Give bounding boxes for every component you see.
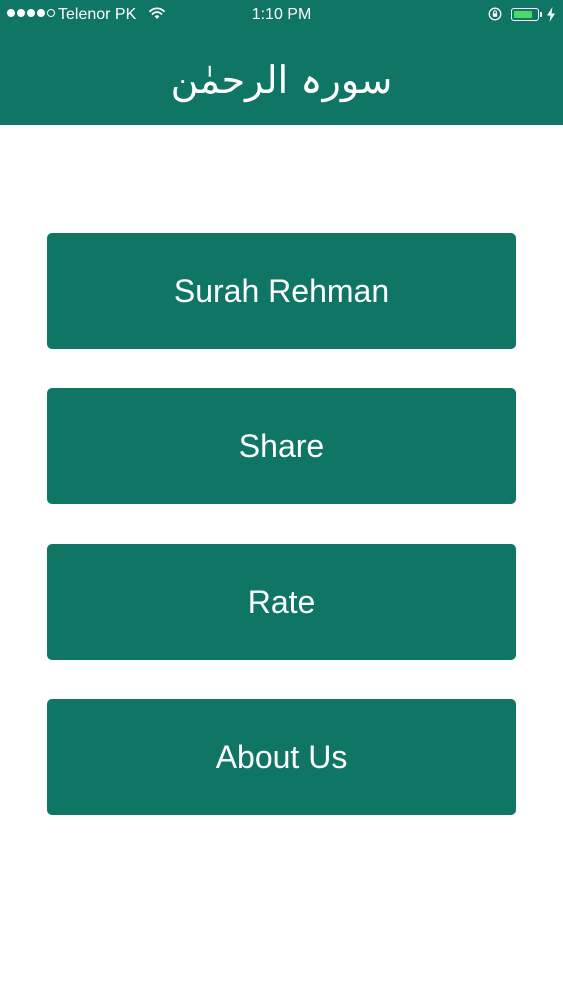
header-bar: Telenor PK 1:10 PM سورہ الرحمٰن xyxy=(0,0,563,125)
about-us-button[interactable]: About Us xyxy=(47,699,516,815)
battery-level-fill xyxy=(513,10,533,18)
surah-rehman-button[interactable]: Surah Rehman xyxy=(47,233,516,349)
battery-tip xyxy=(540,12,542,17)
charging-bolt-icon xyxy=(547,7,555,22)
status-time: 1:10 PM xyxy=(251,6,312,23)
share-button[interactable]: Share xyxy=(47,388,516,504)
battery-icon xyxy=(511,8,539,21)
status-bar: Telenor PK 1:10 PM xyxy=(0,0,563,30)
rate-button[interactable]: Rate xyxy=(47,544,516,660)
page-title: سورہ الرحمٰن xyxy=(170,58,393,102)
orientation-lock-icon xyxy=(488,7,502,21)
